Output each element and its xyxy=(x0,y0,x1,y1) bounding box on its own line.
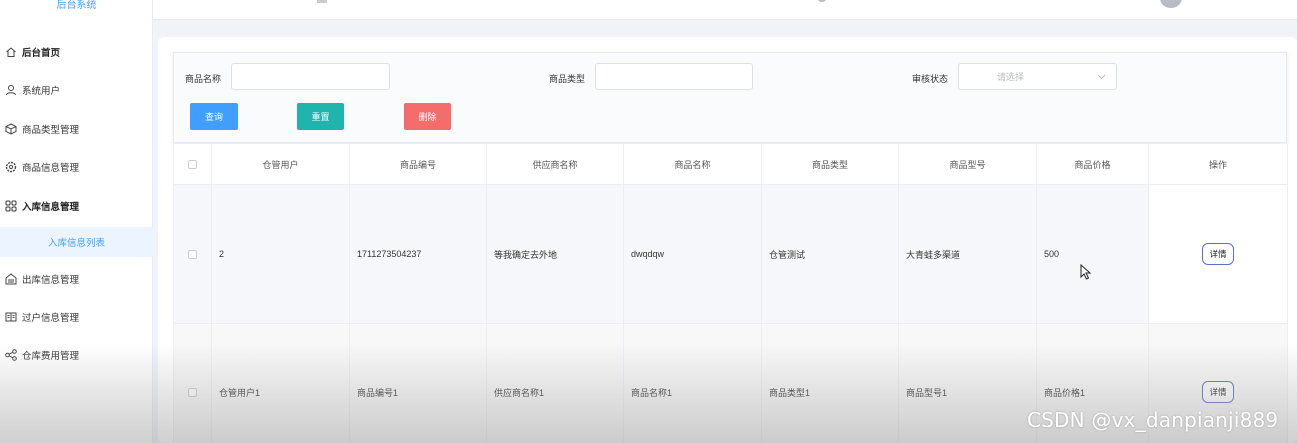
review-status-placeholder: 请选择 xyxy=(997,72,1025,82)
home-icon xyxy=(5,46,17,58)
book-icon xyxy=(5,311,17,323)
table-header[interactable]: 商品类型 xyxy=(762,144,899,184)
sidebar-item-inbound[interactable]: 入库信息管理 xyxy=(0,191,153,221)
sidebar-item-home[interactable]: 后台首页 xyxy=(0,37,153,67)
share-icon xyxy=(5,349,17,361)
sidebar-item-warehouse-fee[interactable]: 仓库费用管理 xyxy=(0,340,153,370)
review-status-label: 审核状态 xyxy=(912,74,949,84)
top-header xyxy=(153,0,1297,20)
table-cell: 500 xyxy=(1037,185,1149,323)
table-header: 操作 xyxy=(1149,144,1288,184)
table-cell: 等我确定去外地 xyxy=(487,185,624,323)
sidebar-item-label: 出库信息管理 xyxy=(22,275,80,286)
delete-button[interactable]: 删除 xyxy=(404,103,451,130)
sidebar-item-transfer[interactable]: 过户信息管理 xyxy=(0,302,153,332)
chevron-down-icon xyxy=(1097,72,1106,82)
table-cell: 大青蛙多渠道 xyxy=(899,185,1037,323)
sidebar-item-goods-info[interactable]: 商品信息管理 xyxy=(0,152,153,182)
row-select-cell xyxy=(174,185,212,323)
table-row[interactable]: 2 1711273504237 等我确定去外地 dwqdqw 仓管测试 大青蛙多… xyxy=(174,185,1288,324)
row-checkbox[interactable] xyxy=(188,249,197,259)
table-header-row: 仓管用户 商品编号 供应商名称 商品名称 商品类型 商品型号 商品价格 操作 xyxy=(174,143,1288,185)
table-cell: dwqdqw xyxy=(624,185,762,323)
table-cell: 商品型号1 xyxy=(899,324,1037,443)
sidebar-item-label: 商品信息管理 xyxy=(22,163,80,174)
mouse-cursor-icon xyxy=(1080,263,1092,283)
sidebar-item-label: 商品类型管理 xyxy=(22,125,80,136)
table-header[interactable]: 商品名称 xyxy=(624,144,762,184)
goods-type-input[interactable] xyxy=(595,63,753,90)
sidebar-item-label: 仓库费用管理 xyxy=(22,351,80,362)
goods-name-label: 商品名称 xyxy=(185,74,222,84)
table-cell: 商品编号1 xyxy=(350,324,487,443)
sidebar-item-label: 系统用户 xyxy=(22,86,61,97)
detail-button[interactable]: 详情 xyxy=(1202,243,1234,265)
grid-icon xyxy=(5,200,17,212)
reset-button[interactable]: 重置 xyxy=(297,103,344,130)
table-cell: 商品类型1 xyxy=(762,324,899,443)
avatar[interactable] xyxy=(1160,0,1182,8)
action-cell: 详情 xyxy=(1149,185,1288,323)
detail-button[interactable]: 详情 xyxy=(1202,381,1234,403)
table-header[interactable]: 供应商名称 xyxy=(487,144,624,184)
table-cell: 仓管用户1 xyxy=(212,324,350,443)
sidebar-item-inbound-list[interactable]: 入库信息列表 xyxy=(0,227,153,257)
collapse-handle[interactable] xyxy=(317,0,327,3)
table-header[interactable]: 商品价格 xyxy=(1037,144,1149,184)
table-header[interactable]: 商品编号 xyxy=(350,144,487,184)
table-cell: 1711273504237 xyxy=(350,185,487,323)
review-status-select[interactable]: 请选择 xyxy=(958,63,1117,90)
sidebar-item-label: 入库信息列表 xyxy=(47,238,105,249)
watermark-text: CSDN @vx_danpianji889 xyxy=(1027,408,1279,432)
data-table: 仓管用户 商品编号 供应商名称 商品名称 商品类型 商品型号 商品价格 操作 2… xyxy=(173,143,1288,443)
user-icon xyxy=(5,84,17,96)
table-cell: 仓管测试 xyxy=(762,185,899,323)
sidebar-item-outbound[interactable]: 出库信息管理 xyxy=(0,264,153,294)
select-all-cell xyxy=(174,144,212,184)
goods-type-label: 商品类型 xyxy=(549,74,586,84)
row-select-cell xyxy=(174,324,212,443)
sidebar-item-goods-type[interactable]: 商品类型管理 xyxy=(0,114,153,144)
query-button[interactable]: 查询 xyxy=(190,103,238,130)
table-header[interactable]: 商品型号 xyxy=(899,144,1037,184)
row-checkbox[interactable] xyxy=(188,387,197,397)
inbox-icon xyxy=(5,273,17,285)
table-cell: 商品名称1 xyxy=(624,324,762,443)
table-header[interactable]: 仓管用户 xyxy=(212,144,350,184)
sidebar-item-label: 入库信息管理 xyxy=(22,202,80,213)
sidebar: 后台系统 后台首页 系统用户 商品类型管理 商品信息管理 入库信息管理 入库信息… xyxy=(0,0,153,443)
goods-name-input[interactable] xyxy=(231,63,390,90)
gear-icon xyxy=(5,161,17,173)
sidebar-item-label: 过户信息管理 xyxy=(22,313,80,324)
select-all-checkbox[interactable] xyxy=(188,159,197,169)
header-icon[interactable] xyxy=(818,0,826,2)
box-icon xyxy=(5,123,17,135)
brand-title: 后台系统 xyxy=(56,0,97,11)
sidebar-item-label: 后台首页 xyxy=(22,48,61,59)
sidebar-item-system-users[interactable]: 系统用户 xyxy=(0,75,153,105)
table-cell: 供应商名称1 xyxy=(487,324,624,443)
table-cell: 2 xyxy=(212,185,350,323)
